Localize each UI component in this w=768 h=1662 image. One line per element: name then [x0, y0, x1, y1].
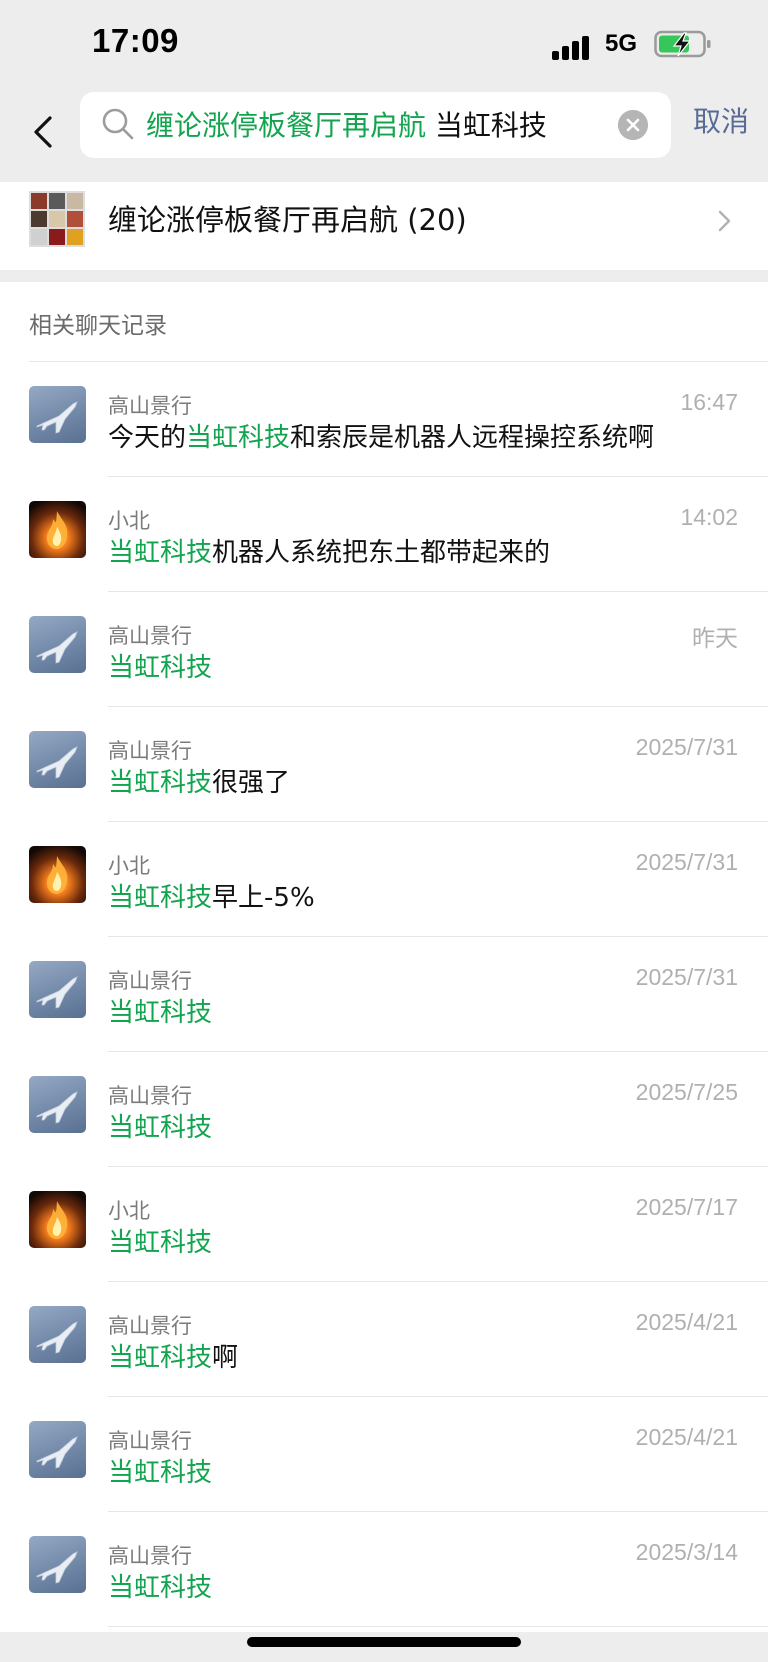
row-divider: [108, 1626, 768, 1627]
message-content: 当虹科技: [108, 1223, 212, 1263]
message-suffix: 机器人系统把东土都带起来的: [212, 538, 551, 568]
home-indicator: [247, 1637, 521, 1647]
message-content: 当虹科技: [108, 993, 212, 1033]
sender-name: 高山景行: [108, 624, 192, 648]
sender-name: 小北: [108, 1199, 150, 1223]
chat-record-item[interactable]: 高山景行 16:47 今天的当虹科技和索辰是机器人远程操控系统啊: [0, 362, 768, 477]
message-content: 当虹科技很强了: [108, 763, 290, 803]
avatar: [29, 1536, 86, 1593]
message-prefix: 今天的: [108, 423, 187, 453]
keyword-highlight: 当虹科技: [108, 1573, 213, 1603]
message-content: 当虹科技: [108, 648, 212, 688]
chat-record-item[interactable]: 高山景行 2025/7/31 当虹科技: [0, 937, 768, 1052]
keyword-highlight: 当虹科技: [108, 768, 213, 798]
message-suffix: 啊: [212, 1343, 239, 1373]
message-time: 2025/7/17: [635, 1194, 738, 1220]
search-query-tag: 缠论涨停板餐厅再启航: [146, 109, 427, 142]
related-chat-records: 相关聊天记录 高山景行 16:47 今天的当虹科技和索辰是机器人远程操控系统啊 小北 1…: [0, 282, 768, 1632]
message-content: 当虹科技机器人系统把东土都带起来的: [108, 533, 550, 573]
keyword-highlight: 当虹科技: [108, 538, 213, 568]
clear-search-icon[interactable]: [618, 110, 648, 140]
chat-record-item[interactable]: 高山景行 昨天当虹科技: [0, 592, 768, 707]
sender-name: 高山景行: [108, 1544, 192, 1568]
chat-record-item[interactable]: 高山景行 2025/4/21 当虹科技: [0, 1397, 768, 1512]
signal-icon: [552, 30, 592, 60]
avatar: [29, 961, 86, 1018]
keyword-highlight: 当虹科技: [108, 998, 213, 1028]
message-time: 2025/7/31: [635, 964, 738, 990]
avatar: [29, 501, 86, 558]
avatar: [29, 846, 86, 903]
search-input[interactable]: 缠论涨停板餐厅再启航 当虹科技: [80, 92, 671, 158]
chat-record-item[interactable]: 小北 14:02 当虹科技机器人系统把东土都带起来的: [0, 477, 768, 592]
keyword-highlight: 当虹科技: [108, 1458, 213, 1488]
message-content: 当虹科技早上-5%: [108, 878, 315, 918]
battery-charging-icon: [654, 30, 711, 58]
avatar: [29, 386, 86, 443]
keyword-highlight: 当虹科技: [108, 1343, 213, 1373]
back-arrow-icon[interactable]: [24, 102, 64, 162]
network-label: 5G: [605, 30, 638, 57]
chat-record-item[interactable]: 高山景行 2025/7/25 当虹科技: [0, 1052, 768, 1167]
message-time: 2025/7/25: [635, 1079, 738, 1105]
section-title: 相关聊天记录: [29, 313, 167, 339]
message-time: 2025/4/21: [635, 1424, 738, 1450]
keyword-highlight: 当虹科技: [108, 1228, 213, 1258]
chat-record-item[interactable]: 高山景行 2025/3/14 当虹科技: [0, 1512, 768, 1627]
avatar: [29, 1076, 86, 1133]
keyword-highlight: 当虹科技: [108, 653, 213, 683]
search-icon: [102, 108, 134, 140]
sender-name: 高山景行: [108, 969, 192, 993]
keyword-highlight: 当虹科技: [186, 423, 291, 453]
sender-name: 小北: [108, 509, 150, 533]
sender-name: 高山景行: [108, 1084, 192, 1108]
search-bar-row: 缠论涨停板餐厅再启航 当虹科技 取消: [0, 88, 768, 180]
group-name: 缠论涨停板餐厅再启航 (20): [108, 203, 467, 237]
avatar: [29, 731, 86, 788]
message-time: 2025/7/31: [635, 849, 738, 875]
sender-name: 高山景行: [108, 1429, 192, 1453]
cancel-button[interactable]: 取消: [693, 102, 749, 142]
search-query-text: 当虹科技: [434, 109, 547, 142]
sender-name: 小北: [108, 854, 150, 878]
sender-name: 高山景行: [108, 1314, 192, 1338]
message-time: 2025/7/31: [635, 734, 738, 760]
chat-record-item[interactable]: 小北 2025/7/17 当虹科技: [0, 1167, 768, 1282]
message-content: 当虹科技: [108, 1568, 212, 1608]
avatar: [29, 616, 86, 673]
message-content: 当虹科技啊: [108, 1338, 238, 1378]
message-content: 当虹科技: [108, 1108, 212, 1148]
message-content: 当虹科技: [108, 1453, 212, 1493]
sender-name: 高山景行: [108, 394, 192, 418]
chat-record-item[interactable]: 高山景行 2025/4/21 当虹科技啊: [0, 1282, 768, 1397]
group-chat-result[interactable]: 缠论涨停板餐厅再启航 (20): [0, 182, 768, 270]
status-bar: 17:09 5G: [0, 0, 768, 88]
message-suffix: 和索辰是机器人远程操控系统啊: [290, 423, 655, 453]
message-time: 2025/4/21: [635, 1309, 738, 1335]
chat-record-item[interactable]: 小北 2025/7/31 当虹科技早上-5%: [0, 822, 768, 937]
chevron-right-icon: [718, 210, 731, 232]
message-time: 2025/3/14: [635, 1539, 738, 1565]
avatar: [29, 1191, 86, 1248]
message-content: 今天的当虹科技和索辰是机器人远程操控系统啊: [108, 418, 654, 458]
message-time: 14:02: [680, 504, 738, 530]
search-query[interactable]: 缠论涨停板餐厅再启航 当虹科技: [146, 106, 576, 146]
message-suffix: 早上-5%: [212, 883, 315, 913]
message-time: 昨天: [692, 625, 738, 651]
chat-record-item[interactable]: 高山景行 2025/7/31 当虹科技很强了: [0, 707, 768, 822]
keyword-highlight: 当虹科技: [108, 883, 213, 913]
avatar: [29, 1421, 86, 1478]
message-suffix: 很强了: [212, 768, 291, 798]
status-time: 17:09: [92, 22, 179, 59]
group-avatar: [29, 191, 85, 247]
sender-name: 高山景行: [108, 739, 192, 763]
message-time: 16:47: [680, 389, 738, 415]
avatar: [29, 1306, 86, 1363]
keyword-highlight: 当虹科技: [108, 1113, 213, 1143]
